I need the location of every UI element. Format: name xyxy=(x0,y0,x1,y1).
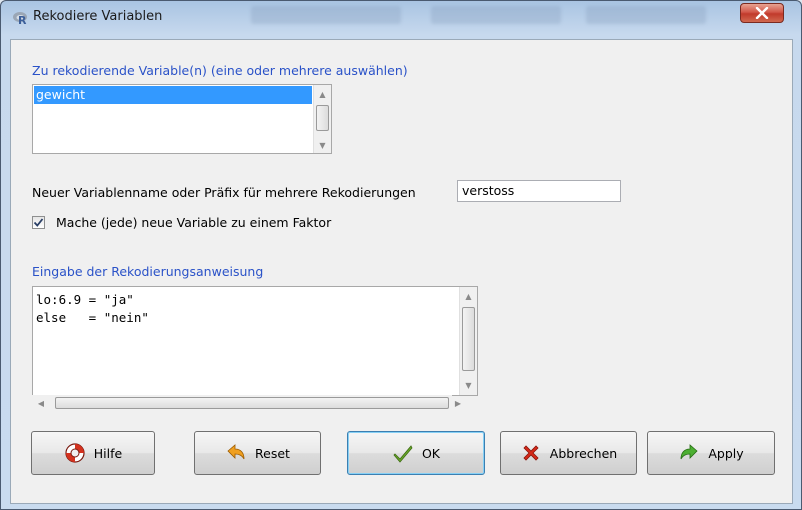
scrollbar-thumb[interactable] xyxy=(316,105,329,131)
factor-checkbox[interactable] xyxy=(32,216,45,229)
dialog-window: R Rekodiere Variablen Zu rekodierende Va… xyxy=(0,0,802,510)
textarea-hscrollbar[interactable]: ◀ ▶ xyxy=(32,395,461,412)
undo-arrow-icon xyxy=(227,444,245,460)
close-icon xyxy=(755,7,769,19)
red-x-icon xyxy=(523,445,539,461)
variables-label: Zu rekodierende Variable(n) (eine oder m… xyxy=(32,63,408,78)
scroll-down-icon[interactable]: ▼ xyxy=(460,377,477,393)
new-name-label: Neuer Variablenname oder Präfix für mehr… xyxy=(32,185,416,200)
code-line: lo:6.9 = "ja" xyxy=(36,292,134,307)
variables-listbox[interactable]: gewicht ▲ ▼ xyxy=(32,84,332,154)
apply-button-label: Apply xyxy=(708,445,744,461)
checkmark-icon xyxy=(393,445,413,463)
code-line: else = "nein" xyxy=(36,310,149,325)
close-button[interactable] xyxy=(740,3,784,23)
scrollbar-thumb[interactable] xyxy=(462,307,475,371)
background-tab xyxy=(586,6,706,24)
green-redo-arrow-icon xyxy=(680,444,698,460)
svg-text:R: R xyxy=(18,14,27,26)
help-button-label: Hilfe xyxy=(93,445,123,461)
r-logo-icon: R xyxy=(13,12,27,26)
background-tab xyxy=(431,6,561,24)
textarea-vscrollbar[interactable]: ▲ ▼ xyxy=(459,287,477,395)
window-title: Rekodiere Variablen xyxy=(33,9,163,24)
ok-button[interactable]: OK xyxy=(347,431,485,475)
scroll-up-icon[interactable]: ▲ xyxy=(314,86,331,102)
scrollbar-thumb[interactable] xyxy=(55,397,449,409)
scroll-down-icon[interactable]: ▼ xyxy=(314,137,331,153)
reset-button-label: Reset xyxy=(255,445,290,461)
cancel-button-label: Abbrechen xyxy=(549,445,618,461)
help-button[interactable]: Hilfe xyxy=(31,431,155,475)
apply-button[interactable]: Apply xyxy=(647,431,775,475)
lifebuoy-icon xyxy=(65,443,85,463)
scroll-up-icon[interactable]: ▲ xyxy=(460,288,477,304)
reset-button[interactable]: Reset xyxy=(194,431,321,475)
list-item[interactable]: gewicht xyxy=(34,86,312,104)
checkmark-icon xyxy=(33,218,44,227)
dialog-body: Zu rekodierende Variable(n) (eine oder m… xyxy=(10,39,793,504)
recode-textarea[interactable]: lo:6.9 = "ja" else = "nein" ▲ ▼ xyxy=(32,286,478,396)
title-bar[interactable]: R Rekodiere Variablen xyxy=(1,1,801,39)
listbox-scrollbar[interactable]: ▲ ▼ xyxy=(313,85,331,153)
scroll-left-icon[interactable]: ◀ xyxy=(35,395,47,412)
background-tab xyxy=(251,6,401,24)
factor-checkbox-label: Mache (jede) neue Variable zu einem Fakt… xyxy=(56,215,332,230)
new-name-input[interactable]: verstoss xyxy=(457,180,621,202)
scroll-right-icon[interactable]: ▶ xyxy=(452,395,464,412)
cancel-button[interactable]: Abbrechen xyxy=(500,431,637,475)
ok-button-label: OK xyxy=(421,445,441,461)
recode-label: Eingabe der Rekodierungsanweisung xyxy=(32,264,264,279)
